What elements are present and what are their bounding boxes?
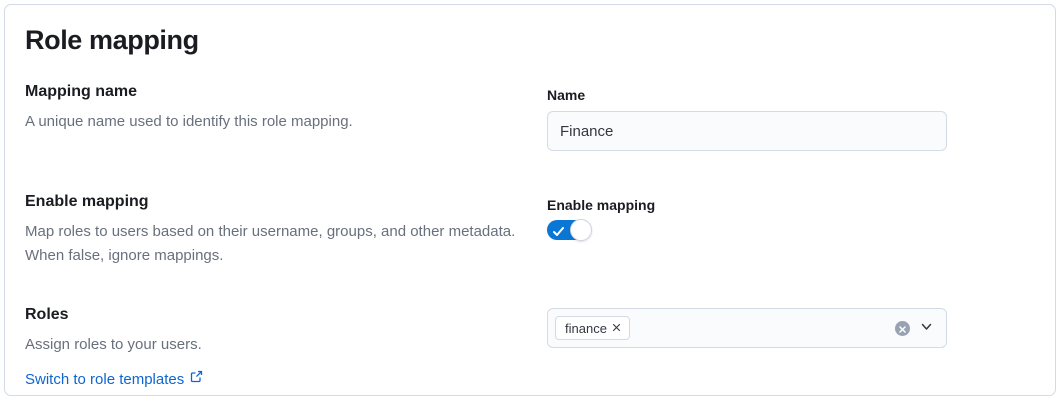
combo-caret-button[interactable] bbox=[919, 319, 934, 337]
name-input[interactable] bbox=[547, 111, 947, 151]
roles-description: Assign roles to your users. bbox=[25, 333, 527, 357]
form-row-roles: Roles Assign roles to your users. financ… bbox=[25, 304, 1035, 357]
enable-mapping-switch-label: Enable mapping bbox=[547, 197, 947, 214]
enable-mapping-field: Enable mapping bbox=[547, 191, 947, 240]
mapping-name-heading: Mapping name bbox=[25, 81, 527, 103]
role-pill-label: finance bbox=[565, 321, 607, 336]
enable-mapping-describe: Enable mapping Map roles to users based … bbox=[25, 191, 527, 268]
cross-icon bbox=[611, 321, 622, 336]
mapping-name-field: Name bbox=[547, 81, 947, 151]
page-title: Role mapping bbox=[25, 25, 1035, 55]
role-mapping-panel: Role mapping Mapping name A unique name … bbox=[4, 4, 1056, 396]
combo-controls bbox=[895, 319, 934, 337]
switch-to-role-templates-label: Switch to role templates bbox=[25, 370, 184, 390]
cross-in-circle-icon bbox=[899, 321, 906, 336]
roles-heading: Roles bbox=[25, 304, 527, 326]
form-row-enable-mapping: Enable mapping Map roles to users based … bbox=[25, 191, 1035, 268]
enable-mapping-switch[interactable] bbox=[547, 220, 591, 240]
form-row-mapping-name: Mapping name A unique name used to ident… bbox=[25, 81, 1035, 151]
footer-link-row: Switch to role templates bbox=[25, 369, 1035, 390]
switch-to-role-templates-link[interactable]: Switch to role templates bbox=[25, 369, 204, 390]
clear-roles-button[interactable] bbox=[895, 321, 910, 336]
role-pill: finance bbox=[555, 316, 630, 340]
enable-mapping-heading: Enable mapping bbox=[25, 191, 527, 213]
switch-thumb bbox=[570, 219, 592, 241]
enable-mapping-description: Map roles to users based on their userna… bbox=[25, 220, 527, 268]
popout-icon bbox=[189, 369, 204, 390]
roles-field: finance bbox=[547, 304, 947, 348]
chevron-down-icon bbox=[919, 319, 934, 337]
remove-role-button[interactable] bbox=[609, 319, 624, 338]
mapping-name-description: A unique name used to identify this role… bbox=[25, 110, 527, 134]
roles-describe: Roles Assign roles to your users. bbox=[25, 304, 527, 357]
name-field-label: Name bbox=[547, 87, 947, 104]
roles-combobox[interactable]: finance bbox=[547, 308, 947, 348]
mapping-name-describe: Mapping name A unique name used to ident… bbox=[25, 81, 527, 134]
check-icon bbox=[553, 225, 564, 240]
